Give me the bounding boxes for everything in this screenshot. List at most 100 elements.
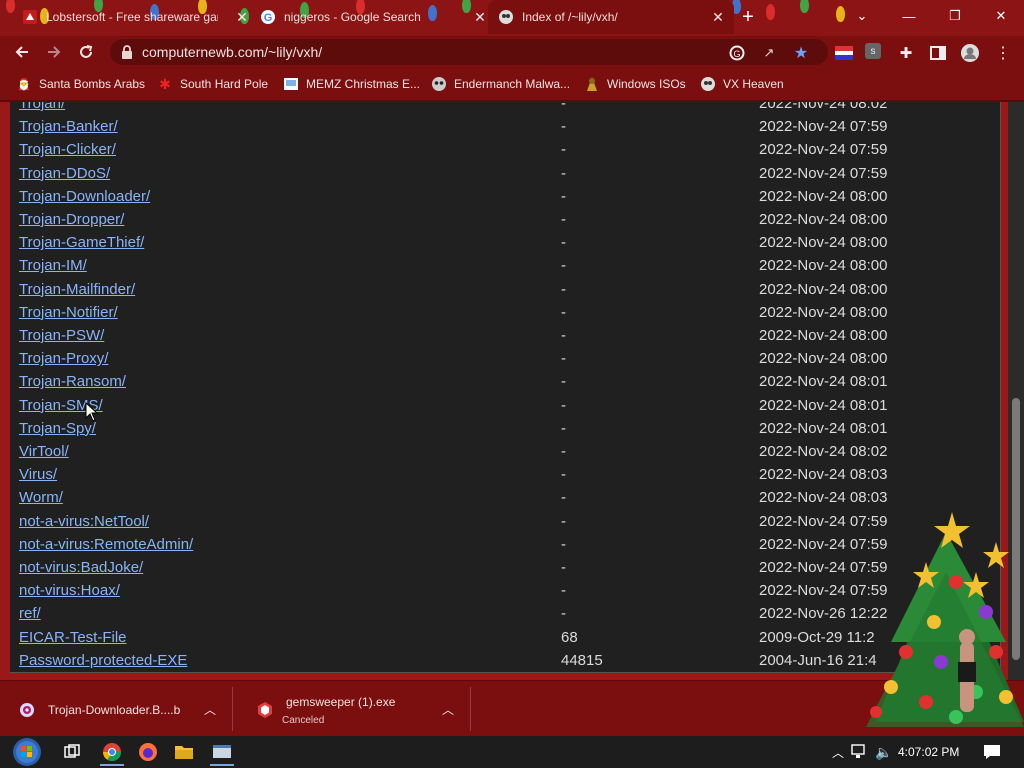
taskbar-clock[interactable]: 4:07:02 PM — [898, 745, 959, 759]
back-button[interactable] — [10, 40, 34, 64]
tab-google-search[interactable]: G niggeros - Google Search ✕ — [250, 0, 496, 34]
close-tab-icon[interactable]: ✕ — [472, 9, 488, 25]
share-icon[interactable]: ↗ — [760, 44, 778, 62]
bookmark-memz-christmas[interactable]: MEMZ Christmas E... — [283, 75, 420, 93]
file-link[interactable]: Trojan-Dropper/ — [19, 211, 124, 228]
taskbar-chrome[interactable] — [100, 740, 124, 766]
file-link[interactable]: not-virus:BadJoke/ — [19, 559, 143, 576]
extension-flag-icon[interactable] — [834, 43, 854, 63]
file-link[interactable]: Trojan-Downloader/ — [19, 188, 150, 205]
file-link[interactable]: Trojan-DDoS/ — [19, 165, 110, 182]
download-item-gemsweeper[interactable]: gemsweeper (1).exe Canceled ︿ — [238, 687, 471, 731]
bookmark-star-icon[interactable]: ★ — [792, 44, 810, 62]
memz-icon — [283, 76, 299, 92]
file-modified-date: 2022-Nov-24 08:03 — [759, 489, 888, 507]
file-link[interactable]: EICAR-Test-File — [19, 629, 127, 646]
profile-avatar-icon[interactable] — [960, 43, 980, 63]
file-link[interactable]: Trojan-GameThief/ — [19, 234, 144, 251]
file-link[interactable]: Trojan-PSW/ — [19, 327, 104, 344]
address-bar[interactable]: computernewb.com/~lily/vxh/ G ↗ ★ — [110, 39, 828, 65]
close-tab-icon[interactable]: ✕ — [234, 9, 250, 25]
file-link[interactable]: not-a-virus:RemoteAdmin/ — [19, 536, 193, 553]
tab-lobstersoft[interactable]: Lobstersoft - Free shareware gam ✕ — [12, 0, 258, 34]
file-size: 44815 — [561, 651, 603, 669]
file-link[interactable]: Trojan-Proxy/ — [19, 350, 108, 367]
side-panel-icon[interactable] — [928, 43, 948, 63]
taskbar-app[interactable] — [210, 740, 234, 766]
bookmark-south-hard-pole[interactable]: ✱ South Hard Pole — [157, 75, 268, 93]
file-modified-date: 2022-Nov-24 08:01 — [759, 373, 888, 391]
listing-row: Worm/ - 2022-Nov-24 08:03 — [10, 487, 1000, 510]
lock-icon[interactable] — [120, 44, 134, 60]
bookmark-vx-heaven[interactable]: VX Heaven — [700, 75, 784, 93]
volume-icon[interactable]: 🔈 — [872, 740, 896, 764]
file-size: - — [561, 187, 566, 205]
file-link[interactable]: Trojan-IM/ — [19, 257, 87, 274]
network-icon[interactable] — [848, 740, 872, 764]
listing-row: Trojan-GameThief/ - 2022-Nov-24 08:00 — [10, 232, 1000, 255]
file-modified-date: 2022-Nov-24 07:59 — [759, 141, 888, 159]
file-link[interactable]: Trojan-Ransom/ — [19, 373, 126, 390]
bookmark-windows-isos[interactable]: Windows ISOs — [584, 75, 686, 93]
file-link[interactable]: Trojan-Spy/ — [19, 420, 96, 437]
file-link[interactable]: ref/ — [19, 605, 41, 622]
file-size: - — [561, 141, 566, 159]
app-window-icon — [213, 745, 231, 758]
bookmark-santa-bombs-arabs[interactable]: 🎅 Santa Bombs Arabs — [16, 75, 145, 93]
file-modified-date: 2022-Nov-24 08:00 — [759, 327, 888, 344]
file-link[interactable]: Trojan-Mailfinder/ — [19, 281, 135, 298]
file-link[interactable]: not-virus:Hoax/ — [19, 582, 120, 599]
tab-search-chevron-icon[interactable]: ⌄ — [840, 0, 884, 32]
listing-row: Trojan-DDoS/ - 2022-Nov-24 07:59 — [10, 163, 1000, 186]
file-link[interactable]: not-a-virus:NetTool/ — [19, 513, 149, 530]
file-size: - — [561, 280, 566, 298]
forward-button[interactable] — [42, 40, 66, 64]
bookmark-endermanch-malware[interactable]: Endermanch Malwa... — [431, 75, 570, 93]
new-tab-button[interactable]: + — [738, 7, 758, 28]
file-link[interactable]: Trojan/ — [19, 102, 65, 112]
file-size: - — [561, 102, 566, 112]
extensions-puzzle-icon[interactable]: ✚ — [896, 43, 916, 63]
file-modified-date: 2022-Nov-24 08:02 — [759, 102, 888, 112]
download-status: Canceled — [282, 715, 325, 726]
task-view-button[interactable] — [60, 740, 84, 764]
file-link[interactable]: Virus/ — [19, 466, 57, 483]
listing-row: Virus/ - 2022-Nov-24 08:03 — [10, 464, 1000, 487]
reload-button[interactable] — [74, 40, 98, 64]
restore-button[interactable]: ❐ — [932, 0, 978, 32]
menu-kebab-icon[interactable]: ⋮ — [993, 43, 1013, 63]
download-item-trojan-downloader[interactable]: Trojan-Downloader.B....b ︿ — [0, 687, 233, 731]
url-text[interactable]: computernewb.com/~lily/vxh/ — [142, 44, 322, 60]
file-size: - — [561, 211, 566, 228]
show-hidden-icons-button[interactable]: ︿ — [826, 740, 850, 764]
chevron-up-icon[interactable]: ︿ — [440, 701, 456, 717]
taskbar-firefox[interactable] — [136, 740, 160, 764]
listing-row: Trojan-Clicker/ - 2022-Nov-24 07:59 — [10, 139, 1000, 162]
tab-index-vxh[interactable]: Index of /~lily/vxh/ ✕ — [488, 0, 734, 34]
file-link[interactable]: Trojan-Notifier/ — [19, 304, 118, 321]
file-size: - — [561, 257, 566, 275]
extension-s-icon[interactable]: s — [865, 43, 881, 59]
file-link[interactable]: Password-protected-EXE — [19, 652, 187, 669]
file-modified-date: 2022-Nov-24 08:03 — [759, 466, 888, 484]
file-size: - — [561, 350, 566, 368]
start-button[interactable] — [12, 737, 42, 767]
file-link[interactable]: VirTool/ — [19, 443, 69, 460]
svg-text:G: G — [733, 49, 740, 59]
file-link[interactable]: Trojan-Banker/ — [19, 118, 118, 135]
download-filename: gemsweeper (1).exe — [286, 695, 396, 709]
minimize-button[interactable]: — — [886, 0, 932, 32]
file-modified-date: 2022-Nov-24 08:01 — [759, 419, 888, 437]
browser-toolbar: computernewb.com/~lily/vxh/ G ↗ ★ s ✚ ⋮ — [0, 36, 1024, 68]
file-modified-date: 2022-Nov-24 08:00 — [759, 280, 888, 298]
file-link[interactable]: Worm/ — [19, 489, 63, 506]
close-window-button[interactable]: ✕ — [978, 0, 1024, 32]
listing-row: Trojan-Banker/ - 2022-Nov-24 07:59 — [10, 116, 1000, 139]
notifications-icon[interactable] — [980, 740, 1004, 764]
chevron-up-icon[interactable]: ︿ — [202, 701, 218, 717]
close-tab-icon[interactable]: ✕ — [710, 9, 726, 25]
taskbar-file-explorer[interactable] — [172, 740, 196, 764]
bookmark-label: Windows ISOs — [607, 77, 686, 91]
file-link[interactable]: Trojan-Clicker/ — [19, 141, 116, 158]
google-lens-icon[interactable]: G — [728, 44, 746, 62]
